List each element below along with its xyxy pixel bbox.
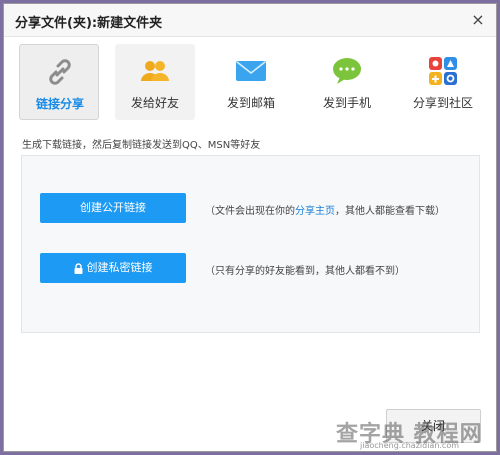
- lock-icon: [74, 262, 82, 274]
- community-icon: [429, 57, 457, 85]
- share-method-tabs: 链接分享 发给好友 发到邮箱 发到手机 分享到社区: [4, 44, 496, 120]
- tab-label: 发给好友: [130, 96, 179, 110]
- share-dialog: 分享文件(夹):新建文件夹 × 链接分享 发给好友 发到邮箱 发到手机 分享到社…: [3, 3, 497, 452]
- tab-send-friends[interactable]: 发给好友: [115, 44, 195, 120]
- tab-send-email[interactable]: 发到邮箱: [211, 44, 291, 120]
- public-link-description: （文件会出现在你的分享主页，其他人都能查看下载）: [205, 202, 445, 217]
- dialog-title: 分享文件(夹):新建文件夹: [15, 16, 163, 31]
- tab-label: 链接分享: [35, 97, 84, 111]
- share-homepage-link[interactable]: 分享主页: [295, 206, 335, 217]
- mail-icon: [236, 61, 266, 81]
- create-public-link-button[interactable]: 创建公开链接: [40, 193, 186, 223]
- chat-bubble-icon: [333, 58, 361, 84]
- tab-share-community[interactable]: 分享到社区: [403, 44, 483, 120]
- watermark-url: jiaocheng.chazidian.com: [360, 441, 460, 450]
- close-icon[interactable]: ×: [470, 12, 486, 28]
- tab-send-phone[interactable]: 发到手机: [307, 44, 387, 120]
- tab-label: 发到邮箱: [226, 96, 275, 110]
- tab-label: 分享到社区: [412, 96, 473, 110]
- tab-label: 发到手机: [322, 96, 371, 110]
- button-label: 创建私密链接: [86, 261, 153, 274]
- tab-link-share[interactable]: 链接分享: [19, 44, 99, 120]
- friends-icon: [141, 61, 169, 81]
- desc-prefix: （文件会出现在你的: [205, 206, 295, 217]
- link-share-hint: 生成下载链接，然后复制链接发送到QQ、MSN等好友: [22, 140, 261, 151]
- chain-link-icon: [49, 59, 71, 85]
- private-link-description: （只有分享的好友能看到，其他人都看不到）: [205, 266, 405, 277]
- button-label: 创建公开链接: [80, 201, 146, 214]
- title-bar: 分享文件(夹):新建文件夹 ×: [4, 4, 496, 37]
- link-options-panel: 创建公开链接 （文件会出现在你的分享主页，其他人都能查看下载） 创建私密链接 （…: [21, 155, 480, 333]
- desc-suffix: ，其他人都能查看下载）: [335, 206, 445, 217]
- create-private-link-button[interactable]: 创建私密链接: [40, 253, 186, 283]
